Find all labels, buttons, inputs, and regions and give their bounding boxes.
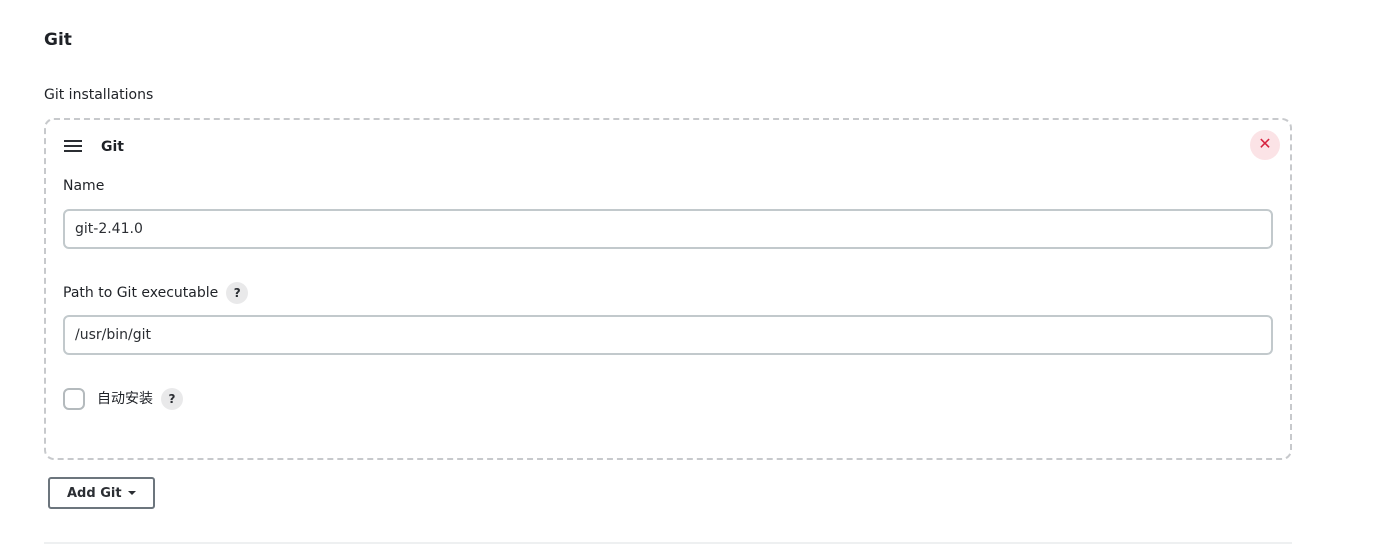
git-installations-label: Git installations [44, 87, 154, 103]
installation-title: Git [101, 139, 124, 155]
delete-installation-button[interactable]: ✕ [1250, 130, 1280, 160]
git-installation-card: Git ✕ Name Path to Git executable ? 自动安装… [44, 118, 1292, 460]
caret-down-icon [127, 491, 136, 495]
name-label-text: Name [63, 178, 105, 194]
auto-install-checkbox[interactable] [63, 388, 85, 410]
path-label-text: Path to Git executable [63, 285, 219, 301]
section-divider [44, 542, 1292, 544]
path-field[interactable] [63, 315, 1273, 355]
name-label: Name [63, 176, 104, 196]
auto-install-label: 自动安装 [97, 391, 153, 407]
add-git-button[interactable]: Add Git [48, 477, 155, 509]
path-label: Path to Git executable ? [63, 282, 249, 304]
drag-handle-icon[interactable] [64, 140, 82, 156]
auto-install-row: 自动安装 ? [63, 387, 183, 411]
name-field[interactable] [63, 209, 1273, 249]
auto-install-help-icon[interactable]: ? [161, 388, 183, 410]
add-git-label: Add Git [67, 485, 122, 501]
git-configuration-page: Git Git installations Git ✕ Name Path to… [0, 0, 1388, 559]
close-icon: ✕ [1258, 136, 1272, 153]
path-help-icon[interactable]: ? [226, 282, 249, 304]
section-title: Git [44, 30, 72, 50]
